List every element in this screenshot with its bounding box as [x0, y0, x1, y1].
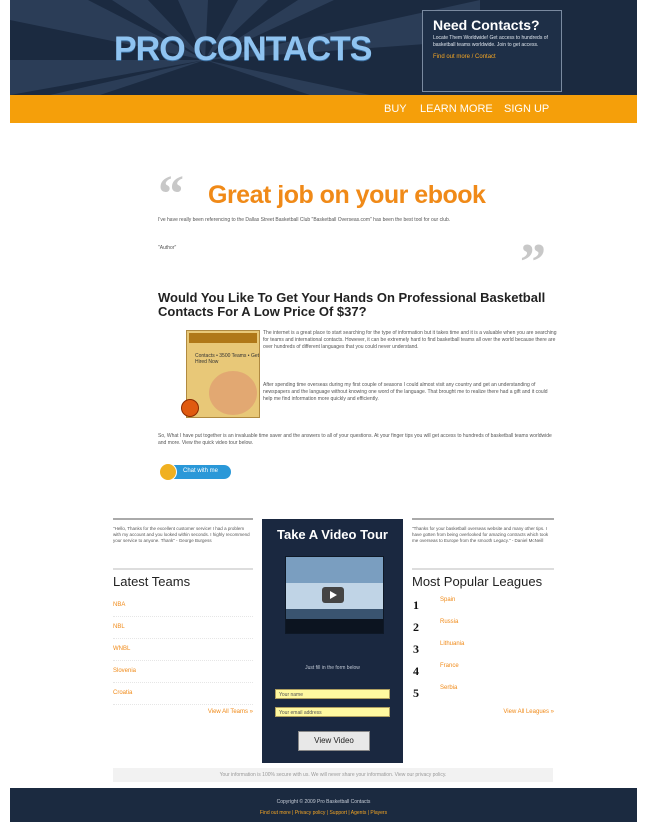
nav-sign-up[interactable]: SIGN UP: [504, 103, 549, 115]
ebook-cover-image: Contacts • 3500 Teams • Get Hired Now: [181, 330, 260, 418]
right-testimonial: "Thanks for your basketball overseas web…: [412, 526, 549, 543]
team-link[interactable]: Croatia: [113, 683, 253, 705]
league-item[interactable]: 4 France: [412, 661, 554, 683]
popular-leagues-column: "Thanks for your basketball overseas web…: [412, 518, 554, 715]
copyright-text: Copyright © 2009 Pro Basketball Contacts: [276, 799, 371, 805]
view-all-leagues-link[interactable]: View All Leagues »: [412, 709, 554, 715]
nav-buy[interactable]: BUY: [384, 103, 407, 115]
league-name[interactable]: Lithuania: [440, 641, 464, 647]
site-logo[interactable]: PRO CONTACTS: [114, 30, 372, 69]
open-quote-icon: “: [158, 166, 184, 223]
video-player[interactable]: [285, 556, 384, 634]
view-video-button[interactable]: View Video: [298, 731, 370, 751]
video-tour-box: Take A Video Tour Just fill in the form …: [262, 519, 403, 763]
chat-button-label: Chat with me: [183, 468, 219, 474]
latest-teams-title: Latest Teams: [113, 568, 253, 589]
league-name[interactable]: France: [440, 663, 459, 669]
league-rank: 4: [413, 664, 419, 678]
main-nav: BUY LEARN MORE SIGN UP: [10, 95, 637, 123]
name-input[interactable]: Your name: [275, 689, 390, 699]
team-link[interactable]: WNBL: [113, 639, 253, 661]
left-testimonial: "Hello, Thanks for the excellent custome…: [113, 526, 250, 543]
site-footer: Copyright © 2009 Pro Basketball Contacts…: [10, 788, 637, 822]
latest-teams-column: "Hello, Thanks for the excellent custome…: [113, 518, 253, 715]
league-rank: 3: [413, 642, 419, 656]
view-all-teams-link[interactable]: View All Teams »: [113, 709, 253, 715]
league-item[interactable]: 2 Russia: [412, 617, 554, 639]
team-link[interactable]: NBL: [113, 617, 253, 639]
league-item[interactable]: 3 Lithuania: [412, 639, 554, 661]
league-name[interactable]: Spain: [440, 597, 455, 603]
chat-avatar-icon: [159, 463, 177, 481]
minus-icon: [181, 399, 199, 417]
need-contacts-title: Need Contacts?: [433, 17, 540, 33]
footer-links[interactable]: Find out more | Privacy policy | Support…: [10, 810, 637, 816]
need-contacts-link[interactable]: Find out more / Contact: [433, 54, 551, 60]
privacy-note: Your information is 100% secure with us.…: [113, 768, 553, 782]
league-rank: 1: [413, 598, 419, 612]
team-link[interactable]: Slovenia: [113, 661, 253, 683]
video-caption: Just fill in the form below: [305, 665, 360, 671]
site-header: PRO CONTACTS Need Contacts? Locate Them …: [10, 0, 637, 95]
video-controls[interactable]: [286, 619, 383, 633]
nav-learn-more[interactable]: LEARN MORE: [420, 103, 493, 115]
league-rank: 5: [413, 686, 419, 700]
pitch-paragraph-1: The internet is a great place to start s…: [263, 330, 557, 350]
video-tour-title: Take A Video Tour: [276, 527, 388, 542]
testimonial-author: "Author": [158, 245, 177, 251]
pitch-question: Would You Like To Get Your Hands On Prof…: [158, 290, 546, 319]
team-link[interactable]: NBA: [113, 595, 253, 617]
league-name[interactable]: Serbia: [440, 685, 457, 691]
play-icon[interactable]: [322, 587, 344, 603]
popular-leagues-title: Most Popular Leagues: [412, 568, 554, 589]
league-rank: 2: [413, 620, 419, 634]
need-contacts-box: Need Contacts? Locate Them Worldwide! Ge…: [422, 10, 562, 92]
chat-with-me-button[interactable]: Chat with me: [159, 463, 231, 481]
ebook-cover-text: Contacts • 3500 Teams • Get Hired Now: [195, 353, 259, 365]
pitch-paragraph-3: So, What I have put together is an inval…: [158, 433, 552, 446]
logo-text: PRO CONTACTS: [114, 30, 372, 68]
email-input[interactable]: Your email address: [275, 707, 390, 717]
basketball-icon: [209, 371, 257, 415]
page-headline: Great job on your ebook: [208, 181, 486, 209]
league-item[interactable]: 1 Spain: [412, 595, 554, 617]
testimonial-text: I've have really been referencing to the…: [158, 217, 451, 223]
league-item[interactable]: 5 Serbia: [412, 683, 554, 705]
need-contacts-text: Locate Them Worldwide! Get access to hun…: [433, 35, 548, 48]
league-name[interactable]: Russia: [440, 619, 458, 625]
close-quote-icon: ”: [520, 234, 546, 291]
pitch-paragraph-2: After spending time overseas during my f…: [263, 382, 548, 402]
